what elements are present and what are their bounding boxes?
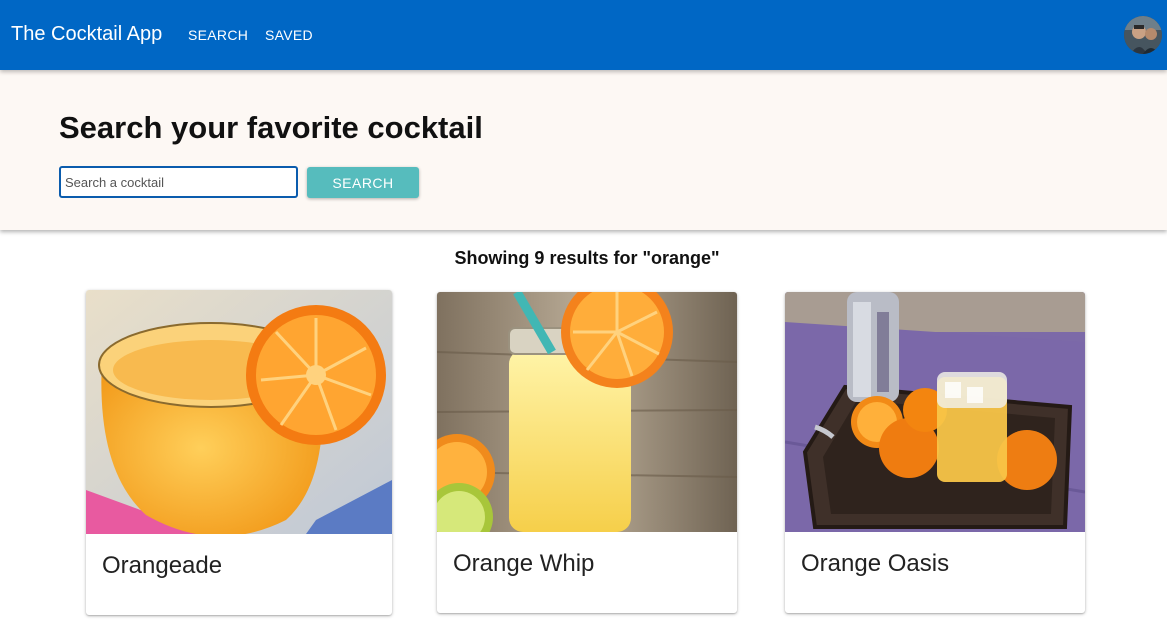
app-title[interactable]: The Cocktail App <box>11 22 162 46</box>
nav-search[interactable]: SEARCH <box>188 26 248 44</box>
nav-saved[interactable]: SAVED <box>265 26 313 44</box>
search-input[interactable] <box>59 166 298 198</box>
card-title: Orangeade <box>102 552 223 579</box>
user-avatar-icon <box>1124 16 1162 54</box>
orangeade-photo-icon <box>86 290 392 534</box>
app-bar: The Cocktail App SEARCH SAVED <box>0 0 1167 70</box>
search-button[interactable]: SEARCH <box>307 167 419 198</box>
avatar[interactable] <box>1124 16 1162 54</box>
page-title: Search your favorite cocktail <box>59 110 483 145</box>
orange-oasis-photo-icon <box>785 292 1085 532</box>
card-title: Orange Oasis <box>801 550 950 577</box>
cocktail-card[interactable]: Orangeade <box>86 290 392 615</box>
orange-whip-photo-icon <box>437 292 737 532</box>
cocktail-card[interactable]: Orange Oasis <box>785 292 1085 613</box>
search-hero: Search your favorite cocktail SEARCH <box>0 70 1167 230</box>
results-summary: Showing 9 results for "orange" <box>454 248 720 268</box>
card-title: Orange Whip <box>453 550 595 577</box>
cocktail-card[interactable]: Orange Whip <box>437 292 737 613</box>
